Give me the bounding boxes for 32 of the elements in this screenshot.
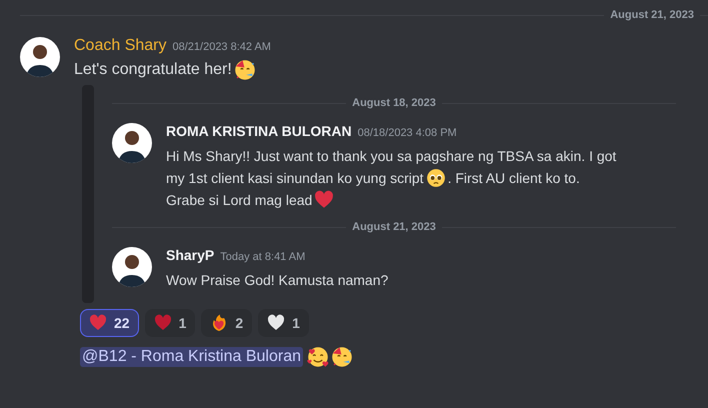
message-text: my 1st client kasi sinundan ko yung script (166, 170, 424, 186)
party-face-icon (331, 346, 353, 368)
smiling-face-with-hearts-icon (307, 346, 329, 368)
message-text: Grabe si Lord mag lead (166, 192, 312, 208)
message-timestamp: 08/18/2023 4:08 PM (358, 127, 457, 139)
author-name[interactable]: SharyP (166, 247, 214, 263)
reaction-button[interactable]: 22 (80, 309, 139, 337)
heart-icon (154, 314, 172, 332)
reaction-button[interactable]: 1 (144, 309, 196, 337)
message-text: . First AU client ko to. (448, 170, 580, 186)
author-name[interactable]: Coach Shary (74, 37, 166, 55)
pleading-face-icon (426, 168, 446, 188)
avatar-silhouette (112, 247, 152, 287)
heart-icon (314, 190, 334, 210)
reaction-button[interactable]: 1 (258, 309, 309, 337)
message-timestamp: Today at 8:41 AM (220, 251, 306, 263)
date-divider: August 21, 2023 (352, 221, 436, 233)
message-timestamp: 08/21/2023 8:42 AM (172, 41, 271, 53)
date-divider: August 18, 2023 (352, 97, 436, 109)
party-face-icon (234, 59, 256, 81)
message-text: Wow Praise God! Kamusta naman? (166, 272, 388, 288)
author-name[interactable]: ROMA KRISTINA BULORAN (166, 123, 352, 139)
heart-on-fire-icon (210, 314, 228, 332)
reaction-button[interactable]: 2 (201, 309, 252, 337)
message-text: Let's congratulate her! (74, 61, 232, 79)
message-text: Hi Ms Shary!! Just want to thank you sa pagshare ng TBSA sa akin. I got (166, 148, 616, 164)
avatar-silhouette (112, 123, 152, 163)
date-divider: August 21, 2023 (610, 9, 694, 21)
heart-icon (89, 314, 107, 332)
user-mention[interactable]: @B12 - Roma Kristina Buloran (80, 347, 303, 367)
heart-icon (267, 314, 286, 332)
avatar-silhouette (20, 37, 60, 77)
